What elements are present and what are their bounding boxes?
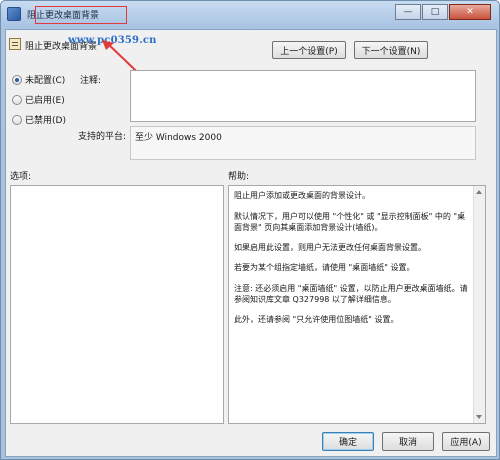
radio-not-configured-indicator[interactable] xyxy=(12,74,22,85)
radio-enabled-indicator[interactable] xyxy=(12,94,22,105)
help-paragraph-3: 如果启用此设置，则用户无法更改任何桌面背景设置。 xyxy=(234,242,426,252)
help-scrollbar[interactable] xyxy=(473,186,485,423)
radio-not-configured-label: 未配置(C) xyxy=(25,76,66,86)
apply-button[interactable]: 应用(A) xyxy=(442,432,490,451)
supported-platform-value: 至少 Windows 2000 xyxy=(130,126,476,160)
cancel-button[interactable]: 取消 xyxy=(382,432,434,451)
options-label: 选项: xyxy=(10,172,32,182)
radio-enabled-label: 已启用(E) xyxy=(25,96,65,106)
ok-button[interactable]: 确定 xyxy=(322,432,374,451)
policy-dialog-window: 阻止更改桌面背景 — □ ✕ 阻止更改桌面背景 www.pc0359.cn 上一… xyxy=(0,0,500,460)
window-controls: — □ ✕ xyxy=(395,4,491,20)
radio-disabled-indicator[interactable] xyxy=(12,114,22,125)
comment-textarea[interactable] xyxy=(130,70,476,122)
title-bar[interactable]: 阻止更改桌面背景 — □ ✕ xyxy=(1,1,499,27)
close-button[interactable]: ✕ xyxy=(449,4,491,20)
policy-setting-icon xyxy=(9,38,21,50)
policy-header: 阻止更改桌面背景 www.pc0359.cn 上一个设置(P) 下一个设置(N) xyxy=(6,30,496,93)
policy-app-icon xyxy=(7,7,21,21)
scroll-up-arrow-icon[interactable] xyxy=(476,190,482,194)
help-text: 阻止用户添加或更改桌面的背景设计。 默认情况下，用户可以使用 "个性化" 或 "… xyxy=(234,191,469,326)
help-paragraph-2: 默认情况下，用户可以使用 "个性化" 或 "显示控制面板" 中的 "桌面背景" … xyxy=(234,211,466,233)
scroll-down-arrow-icon[interactable] xyxy=(476,415,482,419)
help-paragraph-6: 此外，还请参阅 "只允许使用位图墙纸" 设置。 xyxy=(234,314,399,324)
dialog-body: 阻止更改桌面背景 www.pc0359.cn 上一个设置(P) 下一个设置(N)… xyxy=(5,29,497,457)
help-paragraph-5: 注意: 还必须启用 "桌面墙纸" 设置，以防止用户更改桌面墙纸。请参阅知识库文章… xyxy=(234,283,468,305)
minimize-button[interactable]: — xyxy=(395,4,421,20)
comment-label: 注释: xyxy=(80,76,102,86)
radio-disabled[interactable]: 已禁用(D) xyxy=(12,113,66,126)
previous-setting-button[interactable]: 上一个设置(P) xyxy=(272,41,346,59)
maximize-button[interactable]: □ xyxy=(422,4,448,20)
supported-platform-label: 支持的平台: xyxy=(78,132,127,142)
radio-not-configured[interactable]: 未配置(C) xyxy=(12,73,65,86)
help-paragraph-1: 阻止用户添加或更改桌面的背景设计。 xyxy=(234,191,370,200)
options-panel xyxy=(10,185,224,424)
radio-enabled[interactable]: 已启用(E) xyxy=(12,93,65,106)
radio-disabled-label: 已禁用(D) xyxy=(25,116,66,126)
help-label: 帮助: xyxy=(228,172,250,182)
title-annotation-box xyxy=(35,6,127,24)
help-panel[interactable]: 阻止用户添加或更改桌面的背景设计。 默认情况下，用户可以使用 "个性化" 或 "… xyxy=(228,185,486,424)
next-setting-button[interactable]: 下一个设置(N) xyxy=(354,41,428,59)
help-paragraph-4: 若要为某个组指定墙纸，请使用 "桌面墙纸" 设置。 xyxy=(234,262,415,272)
